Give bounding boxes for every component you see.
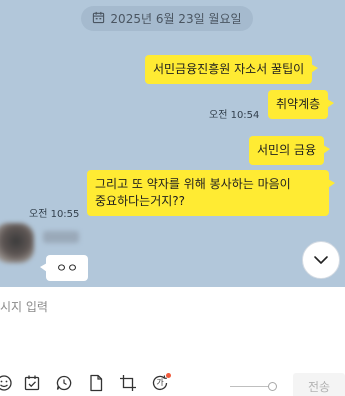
chat-area: 2025년 6월 23일 월요일 서민금융진흥원 자소서 꿀팁이 오전 10:5… (0, 0, 345, 287)
sent-message[interactable]: 그리고 또 약자를 위해 봉사하는 마음이 중요하다는거지?? (87, 170, 335, 216)
calendar-icon (92, 11, 105, 27)
message-text: 취약계층 (276, 97, 321, 111)
sender-name (43, 231, 79, 243)
message-time: 오전 10:54 (209, 110, 260, 121)
message-text-line: 그리고 또 약자를 위해 봉사하는 마음이 (95, 177, 291, 191)
message-input-area: 시지 입력 가 전송 (0, 287, 345, 396)
text-size-slider[interactable] (230, 382, 277, 392)
avatar[interactable] (0, 223, 34, 263)
message-input[interactable]: 시지 입력 (0, 298, 48, 315)
slider-thumb[interactable] (268, 382, 277, 391)
checklist-icon (23, 374, 41, 392)
checklist-button[interactable] (22, 373, 42, 393)
message-text: ㅇㅇ (56, 261, 79, 275)
file-button[interactable] (86, 373, 106, 393)
message-text: 서민금융진흥원 자소서 꿀팁이 (153, 62, 305, 76)
chevron-down-icon (312, 251, 330, 269)
capture-button[interactable] (118, 373, 138, 393)
ai-translate-icon: 가 (151, 373, 171, 392)
crop-icon (119, 374, 137, 392)
sent-message[interactable]: 서민의 금융 (249, 136, 331, 165)
emoji-icon (0, 374, 13, 392)
emoji-button[interactable] (0, 373, 14, 393)
date-divider: 2025년 6월 23일 월요일 (81, 6, 253, 31)
message-text: 서민의 금융 (257, 143, 317, 157)
speech-icon (55, 374, 73, 392)
sent-message[interactable]: 취약계층 (268, 90, 335, 119)
ai-translate-button[interactable]: 가 (150, 373, 171, 393)
speech-button[interactable] (54, 373, 74, 393)
notification-dot (166, 373, 171, 378)
send-button[interactable]: 전송 (293, 373, 345, 396)
file-icon (87, 374, 105, 392)
scroll-to-bottom-button[interactable] (302, 241, 340, 279)
message-time: 오전 10:55 (29, 209, 80, 220)
date-label: 2025년 6월 23일 월요일 (110, 12, 242, 26)
received-message[interactable]: ㅇㅇ (39, 255, 89, 281)
sent-message[interactable]: 서민금융진흥원 자소서 꿀팁이 (145, 55, 319, 84)
input-toolbar: 가 전송 (0, 373, 345, 396)
message-text-line: 중요하다는거지?? (95, 194, 186, 208)
